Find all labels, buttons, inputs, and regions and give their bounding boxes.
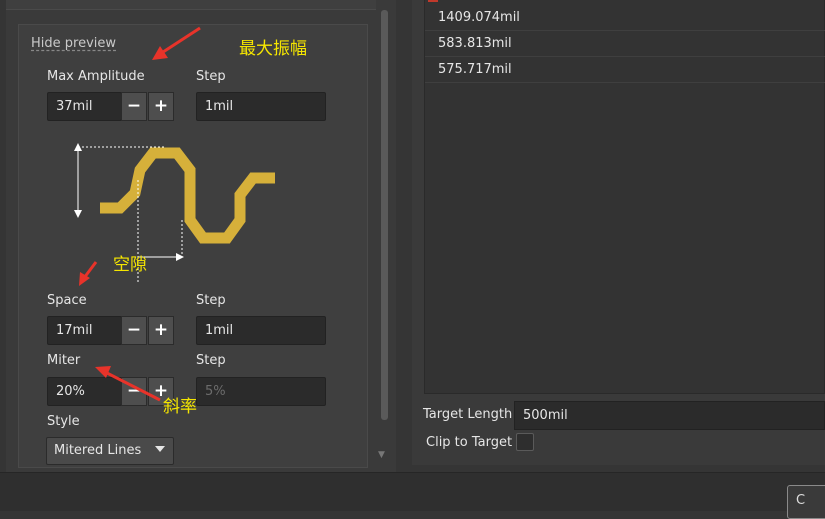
list-row[interactable]: 575.717mil <box>425 57 825 83</box>
target-length-input[interactable]: 500mil <box>514 401 825 430</box>
annotation-arrowhead-slope <box>95 366 111 378</box>
annotation-slope: 斜率 <box>163 397 197 417</box>
target-length-label: Target Length <box>423 407 513 422</box>
annotation-amplitude: 最大振幅 <box>239 39 307 59</box>
clip-to-target-label: Clip to Target <box>426 435 513 450</box>
list-row[interactable]: 1409.074mil <box>425 5 825 31</box>
clip-to-target-checkbox[interactable] <box>516 433 534 451</box>
list-row[interactable]: 583.813mil <box>425 31 825 57</box>
annotation-gap: 空隙 <box>113 255 147 275</box>
dialog-footer <box>0 472 825 511</box>
annotation-arrowhead-amplitude <box>152 46 168 60</box>
annotation-arrow-amplitude <box>159 26 201 56</box>
annotation-arrow-slope <box>104 370 161 402</box>
list-header-accent <box>428 0 438 2</box>
footer-button[interactable]: C <box>787 485 825 519</box>
